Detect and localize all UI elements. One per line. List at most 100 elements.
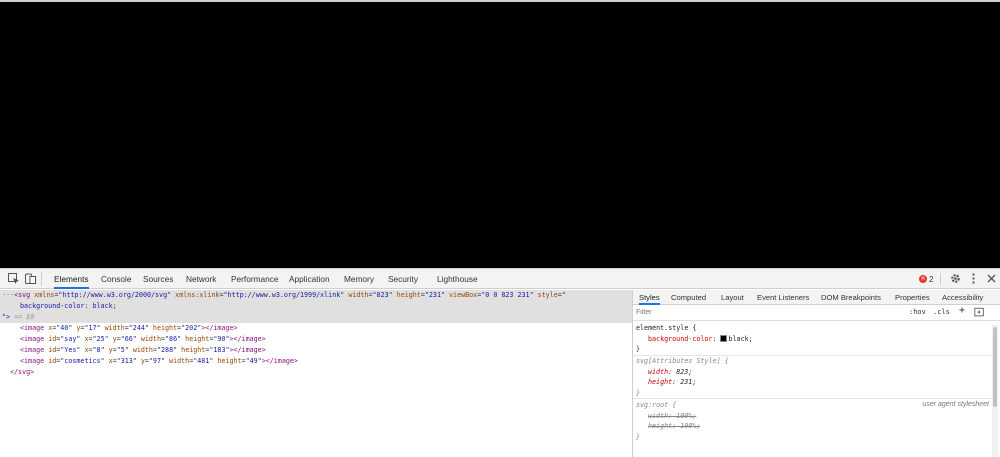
attr-name: height: [148, 324, 178, 332]
closing-tag: </svg>: [10, 368, 35, 376]
tab-properties[interactable]: Properties: [895, 290, 930, 305]
tag-name: <image: [20, 335, 49, 343]
tab-network[interactable]: Network: [186, 269, 216, 289]
attr-name: style: [533, 291, 558, 299]
selected-node-marker: == $0: [14, 313, 35, 321]
css-value[interactable]: black;: [728, 335, 752, 343]
attr-value: "25": [92, 335, 109, 343]
tab-memory[interactable]: Memory: [344, 269, 374, 289]
rule-svg-root: svg:root {user agent stylesheet width: 1…: [633, 400, 993, 442]
tab-performance[interactable]: Performance: [231, 269, 279, 289]
close-icon[interactable]: [985, 272, 998, 285]
gear-icon[interactable]: [949, 272, 962, 285]
tag-name: ></image>: [201, 324, 238, 332]
attr-name: xmlns:xlink: [171, 291, 220, 299]
attr-value: background-color: black;: [20, 302, 117, 310]
styles-filter-input[interactable]: [636, 307, 904, 318]
dom-node-image-cosmetics[interactable]: <image id="cosmetics" x="313" y="97" wid…: [0, 356, 298, 367]
dom-node-svg-close[interactable]: </svg>: [0, 367, 34, 378]
scroll-thumb[interactable]: [993, 327, 997, 407]
ellipsis[interactable]: ···: [0, 291, 14, 299]
rule-element-style: element.style { background-color: black;…: [633, 323, 993, 356]
attr-value: "86": [165, 335, 182, 343]
attr-value: "183": [209, 346, 230, 354]
css-value: 823;: [676, 367, 693, 376]
tab-sources[interactable]: Sources: [143, 269, 173, 289]
dom-node-image-say[interactable]: <image id="say" x="25" y="66" width="86"…: [0, 334, 266, 345]
rule-selector: svg[Attributes Style] {: [636, 357, 729, 365]
attr-value: "66": [120, 335, 137, 343]
tab-security[interactable]: Security: [388, 269, 418, 289]
attr-name: width: [344, 291, 369, 299]
attr-value: "17": [84, 324, 101, 332]
attr-value: "0 0 823 231": [481, 291, 534, 299]
attr-name: width: [136, 335, 161, 343]
attr-name: y: [104, 346, 113, 354]
css-property: width: [648, 367, 669, 376]
error-counter[interactable]: ✕ 2: [919, 273, 933, 285]
attr-value: "231": [424, 291, 445, 299]
attr-value: "40": [56, 324, 73, 332]
tab-event-listeners[interactable]: Event Listeners: [757, 290, 809, 305]
tab-console[interactable]: Console: [101, 269, 131, 289]
rule-close: }: [636, 432, 641, 441]
attr-value: "8": [92, 346, 105, 354]
rule-close: }: [636, 345, 641, 353]
cls-button[interactable]: .cls: [933, 308, 950, 316]
dom-node-svg[interactable]: ···<svg xmlns="http://www.w3.org/2000/sv…: [0, 290, 632, 301]
tag-name: <svg: [14, 291, 31, 299]
attr-value: "say": [60, 335, 81, 343]
css-value: 231;: [680, 378, 697, 386]
attr-name: y: [136, 357, 145, 365]
tab-lighthouse[interactable]: Lighthouse: [437, 269, 478, 289]
tab-dom-breakpoints[interactable]: DOM Breakpoints: [821, 290, 881, 305]
attr-value: "cosmetics": [60, 357, 105, 365]
tab-elements[interactable]: Elements: [54, 269, 89, 289]
rule-attributes-style: svg[Attributes Style] { width: 823; heig…: [633, 356, 993, 399]
styles-pane: Styles Computed Layout Event Listeners D…: [633, 290, 1000, 457]
tab-accessibility[interactable]: Accessibility: [942, 290, 983, 305]
overridden-declaration: width: 100%;: [648, 411, 697, 420]
attr-value: "288": [157, 346, 178, 354]
attr-value: "http://www.w3.org/1999/xlink": [223, 291, 345, 299]
tab-layout[interactable]: Layout: [721, 290, 744, 305]
hov-button[interactable]: :hov: [909, 308, 926, 316]
color-swatch-icon[interactable]: [720, 334, 728, 342]
dom-node-svg-cont[interactable]: background-color: black;: [0, 301, 632, 312]
attr-name: height: [181, 335, 210, 343]
attr-value: "481": [193, 357, 214, 365]
styles-scrollbar[interactable]: [992, 325, 998, 457]
toolbar-divider: [41, 272, 42, 286]
toolbar-divider: [940, 273, 941, 285]
page-viewport: [0, 0, 1000, 268]
attr-name: y: [108, 335, 117, 343]
new-style-rule-button[interactable]: +: [959, 305, 965, 316]
tab-computed[interactable]: Computed: [671, 290, 706, 305]
dom-node-image-1[interactable]: <image x="40" y="17" width="244" height=…: [0, 323, 238, 334]
svg-attributes: xmlns="http://www.w3.org/2000/svg" xmlns…: [34, 291, 566, 299]
dom-node-svg-end[interactable]: "> == $0: [0, 312, 632, 323]
device-toggle-icon[interactable]: [24, 272, 37, 285]
css-property[interactable]: background-color: [648, 335, 712, 343]
devtools-panel: Elements Console Sources Network Perform…: [0, 268, 1000, 457]
attr-value: "http://www.w3.org/2000/svg": [58, 291, 172, 299]
attr-name: xmlns: [34, 291, 55, 299]
attr-value: "Yes": [60, 346, 81, 354]
attr-name: height: [177, 346, 206, 354]
tab-application[interactable]: Application: [289, 269, 330, 289]
rule-selector[interactable]: element.style {: [636, 324, 696, 332]
kebab-menu-icon[interactable]: [967, 272, 980, 285]
css-property: height: [648, 378, 673, 386]
dom-node-image-yes[interactable]: <image id="Yes" x="8" y="5" width="288" …: [0, 345, 266, 356]
toggle-sidebar-icon[interactable]: [974, 307, 987, 320]
tab-styles[interactable]: Styles: [639, 290, 660, 305]
attr-value: "97": [148, 357, 166, 365]
tag-name: ></image>: [229, 346, 266, 354]
attr-value: "5": [116, 346, 129, 354]
overridden-declaration: height: 100%;: [648, 422, 701, 430]
inspect-icon[interactable]: [7, 272, 20, 285]
attr-name: height: [392, 291, 421, 299]
styles-subtabs: Styles Computed Layout Event Listeners D…: [633, 290, 1000, 305]
attr-name: width: [100, 324, 125, 332]
attr-name: width: [128, 346, 153, 354]
